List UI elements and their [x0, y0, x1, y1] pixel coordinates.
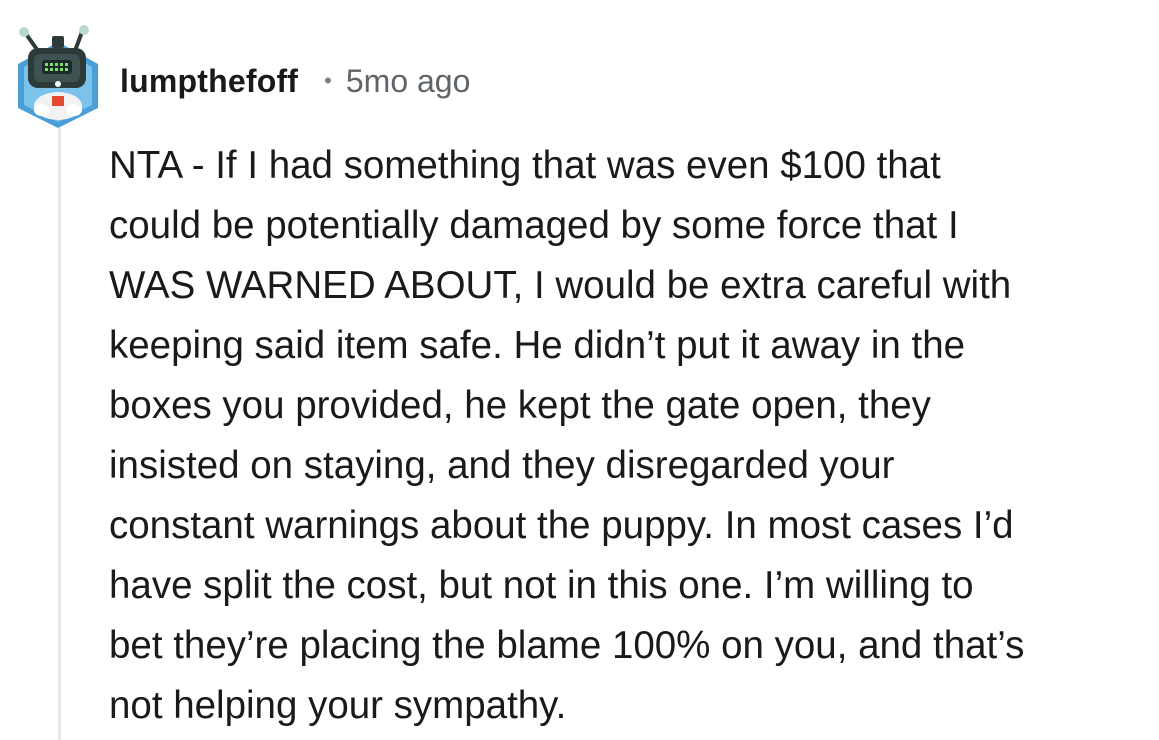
comment-body-line: could be potentially damaged by some for… — [109, 204, 959, 247]
comment-meta: lumpthefoff • 5mo ago — [120, 58, 470, 104]
comment-timestamp[interactable]: 5mo ago — [346, 63, 471, 100]
comment-body-line: NTA - If I had something that was even $… — [109, 144, 941, 187]
comment-body-line: WAS WARNED ABOUT, I would be extra caref… — [109, 264, 1012, 307]
comment-body-line: have split the cost, but not in this one… — [109, 564, 974, 607]
comment-body-line: boxes you provided, he kept the gate ope… — [109, 384, 931, 427]
comment-body: NTA - If I had something that was even $… — [109, 136, 1154, 736]
comment-body-line: constant warnings about the puppy. In mo… — [109, 504, 1014, 547]
comment-body-line: bet they’re placing the blame 100% on yo… — [109, 624, 1025, 667]
author-username[interactable]: lumpthefoff — [120, 63, 298, 100]
avatar[interactable] — [12, 22, 104, 130]
comment-body-line: keeping said item safe. He didn’t put it… — [109, 324, 966, 367]
comment-body-line: insisted on staying, and they disregarde… — [109, 444, 895, 487]
thread-line[interactable] — [58, 128, 61, 740]
meta-separator: • — [324, 68, 332, 93]
comment-body-line: not helping your sympathy. — [109, 684, 567, 727]
snoo-avatar-icon — [18, 25, 98, 128]
comment: lumpthefoff • 5mo ago NTA - If I had som… — [0, 0, 1159, 740]
